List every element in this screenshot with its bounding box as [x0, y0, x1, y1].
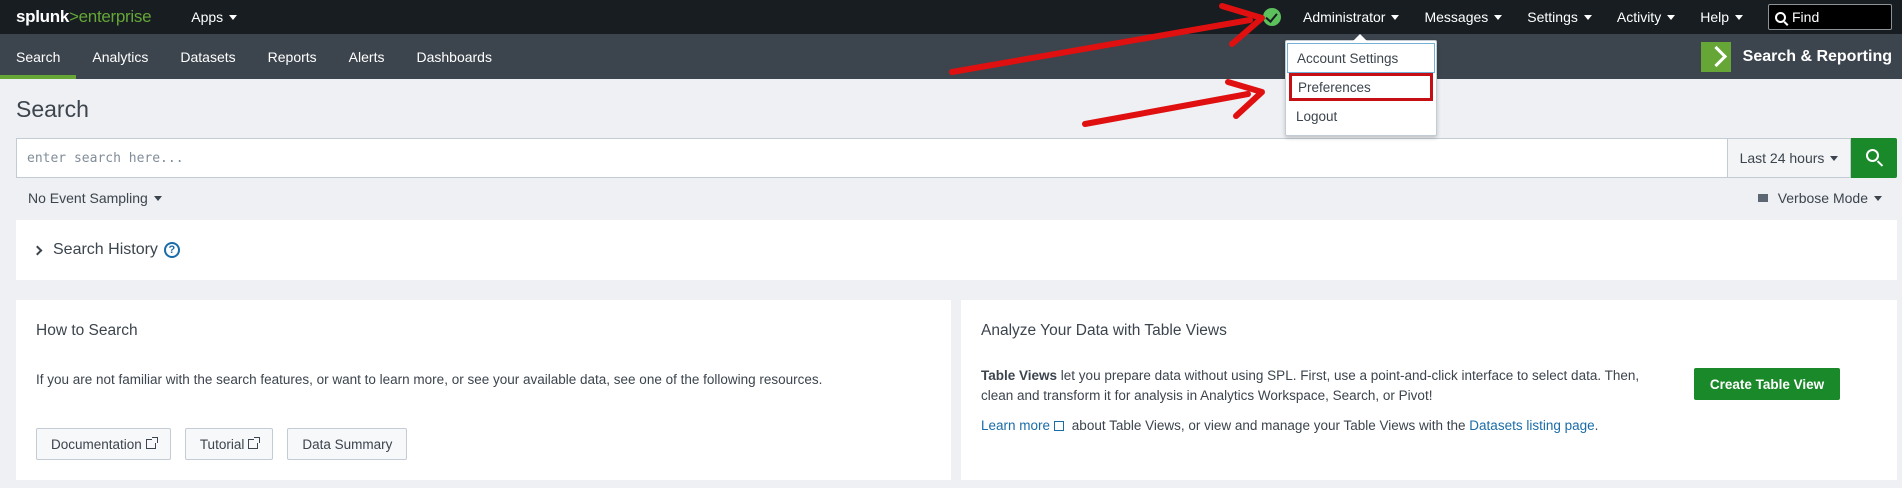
help-menu[interactable]: Help: [1700, 9, 1743, 25]
chevron-down-icon: [1391, 14, 1400, 20]
learn-more-link[interactable]: Learn more: [981, 418, 1050, 433]
top-bar: splunk>enterprise Apps Administrator Mes…: [0, 0, 1902, 34]
external-link-icon: [248, 437, 261, 449]
settings-menu[interactable]: Settings: [1527, 9, 1592, 25]
app-title[interactable]: Search & Reporting: [1700, 34, 1892, 79]
chevron-down-icon: [1830, 155, 1839, 161]
administrator-menu[interactable]: Administrator: [1303, 9, 1400, 25]
chevron-right-icon: [32, 245, 43, 255]
tab-reports[interactable]: Reports: [252, 34, 333, 79]
tab-dashboards[interactable]: Dashboards: [400, 34, 508, 79]
external-link-icon: [1054, 420, 1065, 431]
activity-menu[interactable]: Activity: [1617, 9, 1676, 25]
messages-menu[interactable]: Messages: [1424, 9, 1503, 25]
chevron-down-icon: [153, 195, 162, 201]
tab-alerts[interactable]: Alerts: [333, 34, 401, 79]
panel-title: How to Search: [36, 322, 138, 339]
external-link-icon: [145, 437, 158, 449]
how-to-search-panel: How to Search If you are not familiar wi…: [16, 300, 951, 480]
panel-description: Table Views let you prepare data without…: [981, 368, 1640, 403]
datasets-listing-link[interactable]: Datasets listing page: [1469, 418, 1594, 433]
tab-search[interactable]: Search: [0, 34, 77, 79]
search-icon: [1866, 149, 1879, 162]
panel-description: If you are not familiar with the search …: [36, 372, 823, 387]
chevron-down-icon: [1874, 195, 1882, 201]
table-views-panel: Analyze Your Data with Table Views Table…: [961, 300, 1897, 480]
apps-menu[interactable]: Apps: [191, 9, 238, 25]
account-settings-item[interactable]: Account Settings: [1287, 43, 1435, 73]
top-right-menus: Administrator Messages Settings Activity…: [1262, 0, 1902, 34]
search-input[interactable]: enter search here...: [16, 138, 1727, 178]
event-sampling-dropdown[interactable]: No Event Sampling: [28, 190, 162, 206]
search-mode-dropdown[interactable]: Verbose Mode: [1757, 190, 1882, 206]
panel-title: Analyze Your Data with Table Views: [981, 322, 1227, 339]
search-history-panel[interactable]: Search History ?: [16, 220, 1897, 280]
search-bar: enter search here... Last 24 hours: [16, 138, 1897, 178]
search-history-label: Search History: [53, 241, 158, 258]
data-summary-button[interactable]: Data Summary: [287, 428, 408, 460]
splunk-logo[interactable]: splunk>enterprise: [16, 7, 152, 27]
find-input[interactable]: Find: [1768, 4, 1892, 30]
preferences-item[interactable]: Preferences: [1289, 73, 1433, 101]
chevron-down-icon: [1583, 14, 1592, 20]
search-mode-icon: [1757, 194, 1768, 202]
administrator-dropdown: Account Settings Preferences Logout: [1285, 34, 1437, 136]
logout-item[interactable]: Logout: [1287, 101, 1435, 131]
tutorial-button[interactable]: Tutorial: [184, 428, 274, 460]
search-icon: [1775, 11, 1786, 23]
chevron-down-icon: [1735, 14, 1743, 20]
tab-analytics[interactable]: Analytics: [76, 34, 164, 79]
tab-datasets[interactable]: Datasets: [164, 34, 251, 79]
arrow-to-preferences: [1082, 79, 1265, 127]
chevron-down-icon: [1494, 14, 1503, 20]
app-logo-icon: [1700, 41, 1731, 72]
page-title: Search: [16, 96, 89, 122]
create-table-view-button[interactable]: Create Table View: [1694, 368, 1840, 400]
health-status-icon[interactable]: [1262, 8, 1281, 26]
resource-buttons: Documentation Tutorial Data Summary: [36, 428, 421, 460]
chevron-down-icon: [1667, 14, 1676, 20]
app-bar: Search Analytics Datasets Reports Alerts…: [0, 34, 1902, 79]
table-views-links: Learn more about Table Views, or view an…: [981, 418, 1599, 433]
chevron-down-icon: [229, 14, 238, 20]
time-range-picker[interactable]: Last 24 hours: [1727, 138, 1851, 178]
documentation-button[interactable]: Documentation: [36, 428, 171, 460]
search-button[interactable]: [1851, 138, 1897, 178]
help-icon[interactable]: ?: [163, 242, 180, 258]
